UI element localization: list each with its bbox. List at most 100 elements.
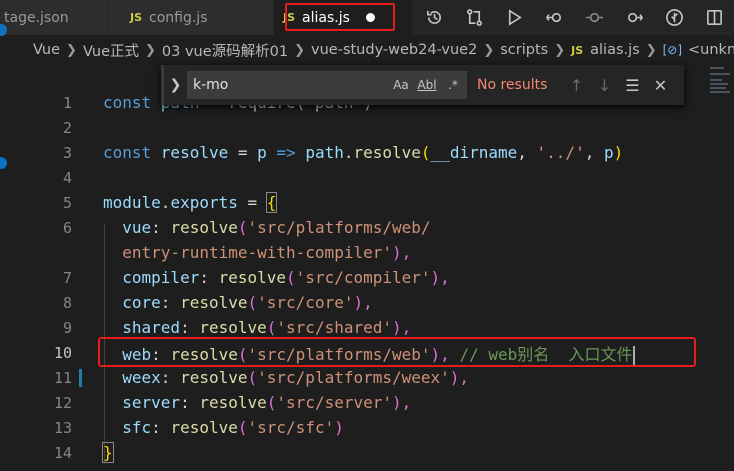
code-line: 6 vue: resolve('src/platforms/web/ [0,215,734,240]
line-number: 8 [62,293,72,312]
arrow-circle-right-icon [627,12,643,23]
line-number: 3 [62,143,72,162]
code-editor[interactable]: 1 const path = require('path') 2 3 const… [0,90,734,471]
breadcrumb-item[interactable]: 03 vue源码解析01 [162,40,288,61]
line-number: 4 [62,168,72,187]
minimap[interactable] [710,65,734,105]
code-text: } [102,442,114,463]
line-number: 11 [53,368,72,387]
line-number: 14 [53,443,72,462]
chevron-right-icon: ❯ [145,42,156,58]
arrow-up-icon: ↑ [569,75,584,95]
code-text: sfc: resolve('src/sfc') [122,418,344,437]
list-icon: ☰ [625,75,640,95]
code-text: const resolve = p => path.resolve(__dirn… [103,143,624,162]
find-widget: ❯ k-mo Aa Abl .* No results ↑ ↓ ☰ ✕ [161,65,684,105]
code-text: vue: resolve('src/platforms/web/ [122,218,431,237]
breadcrumb-item[interactable]: Vue [33,42,60,58]
code-text: server: resolve('src/server'), [122,393,412,412]
line-number: 10 [53,343,72,362]
line-number: 7 [62,268,72,287]
find-options: Aa Abl .* [391,75,463,95]
extension-button[interactable] [654,0,694,35]
go-back-button[interactable] [534,0,574,35]
breadcrumb-item[interactable]: scripts [500,42,548,58]
line-number: 1 [62,93,72,112]
code-line: 11 weex: resolve('src/platforms/weex'), [0,365,734,390]
notification-dot-icon [0,24,7,36]
annotation-box-line [98,337,696,367]
dot-line-icon [585,12,603,23]
arrow-down-icon: ↓ [597,75,612,95]
code-text: module.exports = { [103,192,278,213]
code-line: 3 const resolve = p => path.resolve(__di… [0,140,734,165]
line-number: 13 [53,418,72,437]
arrow-circle-left-icon [545,12,561,23]
split-editor-button[interactable] [694,0,734,35]
chevron-right-icon: ❯ [483,42,495,58]
line-number: 2 [62,118,72,137]
annotation-box-tab [285,3,395,31]
next-match-button[interactable]: ↓ [593,74,615,96]
editor-actions [414,0,734,35]
code-line: 14 } [0,440,734,465]
match-whole-word-button[interactable]: Abl [417,75,437,95]
previous-change-button[interactable] [574,0,614,35]
close-icon: ✕ [653,75,668,95]
line-number: 5 [62,193,72,212]
js-file-icon: JS [130,11,143,24]
modified-line-indicator[interactable] [79,368,82,387]
find-in-selection-button[interactable]: ☰ [621,74,643,96]
code-line: 12 server: resolve('src/server'), [0,390,734,415]
tab-bar: tage.json JS config.js JS alias.js [0,0,734,35]
find-input-value: k-mo [193,77,229,93]
split-editor-icon [706,10,722,25]
breadcrumb-item[interactable]: Vue正式 [83,40,139,61]
breadcrumb-item[interactable]: alias.js [590,42,640,58]
breadcrumb: Vue ❯ Vue正式 ❯ 03 vue源码解析01 ❯ vue-study-w… [0,35,734,65]
code-line: 2 [0,115,734,140]
go-forward-button[interactable] [614,0,654,35]
code-text: core: resolve('src/core'), [122,293,373,312]
line-number: 12 [53,393,72,412]
history-icon [426,10,441,24]
timeline-button[interactable] [414,0,454,35]
find-input[interactable]: k-mo Aa Abl .* [187,71,467,99]
tab-package-json[interactable]: tage.json [0,0,108,35]
code-line: 7 compiler: resolve('src/compiler'), [0,265,734,290]
toggle-replace-button[interactable]: ❯ [161,65,187,105]
code-line: 13 sfc: resolve('src/sfc') [0,415,734,440]
branch-circle-icon [665,9,683,26]
run-button[interactable] [494,0,534,35]
find-status: No results [477,77,548,93]
chevron-right-icon: ❯ [169,77,182,93]
line-number: 9 [62,318,72,337]
code-line-wrapped: entry-runtime-with-compiler'), [0,240,734,265]
breadcrumb-item[interactable]: vue-study-web24-vue2 [311,42,477,58]
previous-match-button[interactable]: ↑ [565,74,587,96]
code-text: entry-runtime-with-compiler'), [122,243,412,262]
match-case-button[interactable]: Aa [391,75,411,95]
tab-config-js[interactable]: JS config.js [109,0,273,35]
breadcrumb-item[interactable]: <unknown> [688,42,734,58]
tab-label: config.js [149,9,208,26]
line-number: 6 [62,218,72,237]
code-text: shared: resolve('src/shared'), [122,318,412,337]
chevron-right-icon: ❯ [66,42,77,58]
code-text: compiler: resolve('src/compiler'), [122,268,450,287]
code-line: 5 module.exports = { [0,190,734,215]
play-icon [508,9,522,26]
code-line: 4 [0,165,734,190]
find-buttons: ↑ ↓ ☰ ✕ [565,74,671,96]
js-file-icon: JS [571,43,584,57]
use-regex-button[interactable]: .* [443,75,463,95]
chevron-right-icon: ❯ [645,42,657,58]
symbol-icon: [⊘] [662,43,683,57]
close-find-button[interactable]: ✕ [649,74,671,96]
compare-changes-button[interactable] [454,0,494,35]
code-line: 8 core: resolve('src/core'), [0,290,734,315]
git-compare-icon [466,9,482,26]
chevron-right-icon: ❯ [294,42,306,58]
code-text: weex: resolve('src/platforms/weex'), [122,368,470,387]
chevron-right-icon: ❯ [554,42,566,58]
